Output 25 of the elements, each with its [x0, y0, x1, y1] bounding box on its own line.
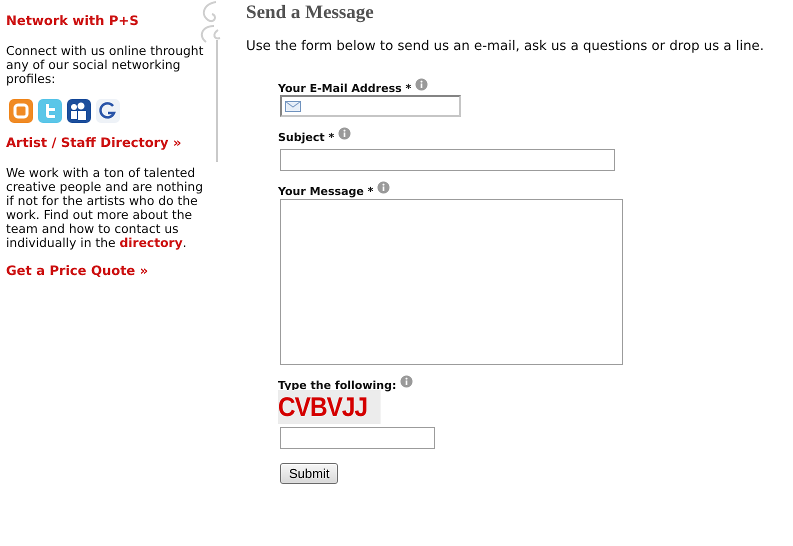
- blog-icon[interactable]: [8, 98, 34, 124]
- info-icon[interactable]: [400, 375, 414, 388]
- info-icon[interactable]: [377, 181, 390, 194]
- directory-link[interactable]: Artist / Staff Directory »: [6, 136, 212, 152]
- price-quote-link[interactable]: Get a Price Quote »: [6, 264, 212, 280]
- envelope-icon: [285, 100, 301, 112]
- field-label: Your E-Mail Address *: [278, 82, 412, 95]
- field-label: Your Message *: [278, 185, 374, 198]
- page-title: Send a Message: [246, 1, 375, 25]
- email-input-field[interactable]: [280, 95, 461, 117]
- field-label: Subject *: [278, 131, 334, 144]
- captcha-input-field[interactable]: [280, 427, 435, 449]
- field-label: Type the following:: [278, 379, 396, 392]
- sidebar-heading: Network with P+S: [6, 14, 140, 30]
- people-icon[interactable]: [66, 98, 92, 124]
- directory-link[interactable]: directory: [120, 236, 183, 250]
- sidebar-text: Connect with us online throught any of our social networking profiles:: [6, 44, 204, 86]
- info-icon[interactable]: [338, 127, 352, 140]
- submit-button[interactable]: Submit: [280, 463, 338, 484]
- subject-input-field[interactable]: [280, 149, 615, 171]
- intro-text: Use the form below to send us an e-mail, ask us a questions or drop us a line.: [246, 38, 765, 55]
- info-icon[interactable]: [415, 78, 428, 91]
- google-g-icon[interactable]: [95, 98, 121, 124]
- captcha-image: CVBVJJ: [278, 390, 381, 424]
- sidebar-text: We work with a ton of talented creative people and are nothing if not for the artists who do the work. Find out more about the team and how to contact us individually in the directory.: [6, 166, 204, 250]
